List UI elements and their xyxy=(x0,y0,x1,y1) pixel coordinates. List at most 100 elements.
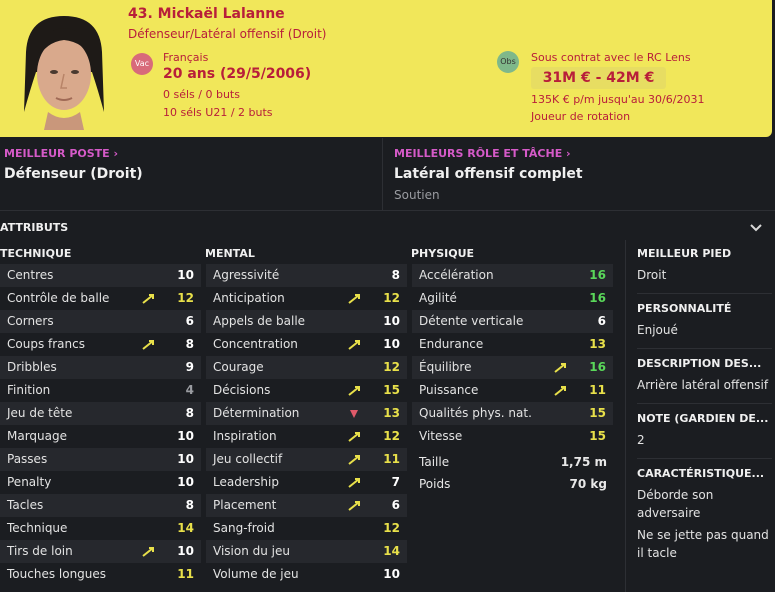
attribute-row[interactable]: Concentration 10 xyxy=(206,333,407,356)
player-role: Défenseur/Latéral offensif (Droit) xyxy=(128,27,327,41)
traits-title[interactable]: CARACTÉRISTIQUE... xyxy=(637,467,772,480)
attribute-label: Leadership xyxy=(213,475,279,489)
attribute-row[interactable]: Marquage 10 xyxy=(0,425,201,448)
attribute-row[interactable]: Agressivité 8 xyxy=(206,264,407,287)
attribute-row[interactable]: Finition 4 xyxy=(0,379,201,402)
player-contract[interactable]: Sous contrat avec le RC Lens xyxy=(531,51,691,64)
attribute-label: Accélération xyxy=(419,268,494,282)
vacation-badge[interactable]: Vac xyxy=(131,53,153,75)
technique-list: Centres 10 Contrôle de balle 12 Corners 6 Coup… xyxy=(0,264,201,586)
attribute-row[interactable]: Penalty 10 xyxy=(0,471,201,494)
best-position-link[interactable]: MEILLEUR POSTE › xyxy=(4,147,118,160)
attribute-label: Détente verticale xyxy=(419,314,524,328)
attribute-label: Jeu de tête xyxy=(7,406,73,420)
attribute-row[interactable]: Coups francs 8 xyxy=(0,333,201,356)
attribute-row[interactable]: Jeu de tête 8 xyxy=(0,402,201,425)
personality-title: PERSONNALITÉ xyxy=(637,302,732,315)
attribute-value: 10 xyxy=(383,314,400,328)
attribute-row[interactable]: Jeu collectif 11 xyxy=(206,448,407,471)
arrow-up-icon xyxy=(348,432,360,442)
attribute-row[interactable]: Contrôle de balle 12 xyxy=(0,287,201,310)
best-role-value: Latéral offensif complet xyxy=(394,166,583,182)
scouting-badge[interactable]: Obs xyxy=(497,51,519,73)
chevron-down-icon[interactable] xyxy=(748,219,764,235)
divider xyxy=(637,403,772,404)
attribute-row[interactable]: Détermination 13 xyxy=(206,402,407,425)
divider xyxy=(637,458,772,459)
note-value: 2 xyxy=(637,433,645,447)
attribute-row[interactable]: Technique 14 xyxy=(0,517,201,540)
attribute-value: 4 xyxy=(185,383,194,397)
attribute-value: 16 xyxy=(589,268,606,282)
attribute-value: 9 xyxy=(185,360,194,374)
attribute-row[interactable]: Équilibre 16 xyxy=(412,356,613,379)
attribute-label: Décisions xyxy=(213,383,271,397)
attribute-row[interactable]: Volume de jeu 10 xyxy=(206,563,407,586)
attribute-row[interactable]: Corners 6 xyxy=(0,310,201,333)
attribute-row[interactable]: Inspiration 12 xyxy=(206,425,407,448)
best-foot-block: MEILLEUR PIED Droit xyxy=(637,247,772,284)
attribute-row[interactable]: Vision du jeu 14 xyxy=(206,540,407,563)
player-squad-status: Joueur de rotation xyxy=(531,110,631,123)
attribute-label: Jeu collectif xyxy=(213,452,283,466)
attribute-row[interactable]: Anticipation 12 xyxy=(206,287,407,310)
attribute-label: Marquage xyxy=(7,429,68,443)
attribute-row[interactable]: Appels de balle 10 xyxy=(206,310,407,333)
attribute-value: 10 xyxy=(177,452,194,466)
attribute-row[interactable]: Puissance 11 xyxy=(412,379,613,402)
player-caps-senior: 0 séls / 0 buts xyxy=(163,88,240,101)
attribute-label: Corners xyxy=(7,314,54,328)
attribute-row[interactable]: Passes 10 xyxy=(0,448,201,471)
attribute-label: Courage xyxy=(213,360,264,374)
best-role-link[interactable]: MEILLEURS RÔLE ET TÂCHE › xyxy=(394,147,571,160)
attribute-label: Finition xyxy=(7,383,51,397)
attribute-value: 11 xyxy=(589,383,606,397)
mental-list: Agressivité 8 Anticipation 12 Appels de ball… xyxy=(206,264,407,586)
attribute-row[interactable]: Centres 10 xyxy=(0,264,201,287)
attribute-row[interactable]: Agilité 16 xyxy=(412,287,613,310)
attribute-label: Dribbles xyxy=(7,360,57,374)
mental-title: MENTAL xyxy=(205,247,255,260)
player-nationality[interactable]: Français xyxy=(163,51,208,64)
technique-title: TECHNIQUE xyxy=(0,247,72,260)
attribute-label: Centres xyxy=(7,268,54,282)
divider xyxy=(637,293,772,294)
player-value: 31M € - 42M € xyxy=(531,67,666,89)
note-title[interactable]: NOTE (GARDIEN DE... xyxy=(637,412,772,425)
weight-value: 70 kg xyxy=(569,477,607,491)
description-title[interactable]: DESCRIPTION DES... xyxy=(637,357,772,370)
player-header-card: 43. Mickaël Lalanne Défenseur/Latéral of… xyxy=(0,0,772,137)
attribute-label: Technique xyxy=(7,521,68,535)
attribute-row[interactable]: Endurance 13 xyxy=(412,333,613,356)
attribute-row[interactable]: Détente verticale 6 xyxy=(412,310,613,333)
attribute-value: 16 xyxy=(589,291,606,305)
attribute-value: 11 xyxy=(177,567,194,581)
attribute-row[interactable]: Vitesse 15 xyxy=(412,425,613,448)
attribute-row[interactable]: Placement 6 xyxy=(206,494,407,517)
attribute-label: Concentration xyxy=(213,337,298,351)
attribute-value: 10 xyxy=(383,337,400,351)
attribute-label: Qualités phys. nat. xyxy=(419,406,532,420)
arrow-up-icon xyxy=(348,455,360,465)
arrow-up-icon xyxy=(348,478,360,488)
attribute-row[interactable]: Courage 12 xyxy=(206,356,407,379)
attribute-row[interactable]: Accélération 16 xyxy=(412,264,613,287)
attribute-label: Tirs de loin xyxy=(7,544,73,558)
attribute-row[interactable]: Touches longues 11 xyxy=(0,563,201,586)
attribute-value: 12 xyxy=(383,291,400,305)
divider xyxy=(637,348,772,349)
attribute-row[interactable]: Leadership 7 xyxy=(206,471,407,494)
player-age: 20 ans (29/5/2006) xyxy=(163,66,312,82)
attribute-row[interactable]: Qualités phys. nat. 15 xyxy=(412,402,613,425)
arrow-up-icon xyxy=(348,294,360,304)
attribute-row[interactable]: Tirs de loin 10 xyxy=(0,540,201,563)
attribute-value: 7 xyxy=(391,475,400,489)
attribute-row[interactable]: Décisions 15 xyxy=(206,379,407,402)
attribute-row[interactable]: Tacles 8 xyxy=(0,494,201,517)
player-portrait xyxy=(24,16,104,130)
attribute-value: 14 xyxy=(383,544,400,558)
attribute-row[interactable]: Sang-froid 12 xyxy=(206,517,407,540)
attribute-value: 10 xyxy=(177,429,194,443)
attribute-row[interactable]: Dribbles 9 xyxy=(0,356,201,379)
attribute-value: 13 xyxy=(383,406,400,420)
